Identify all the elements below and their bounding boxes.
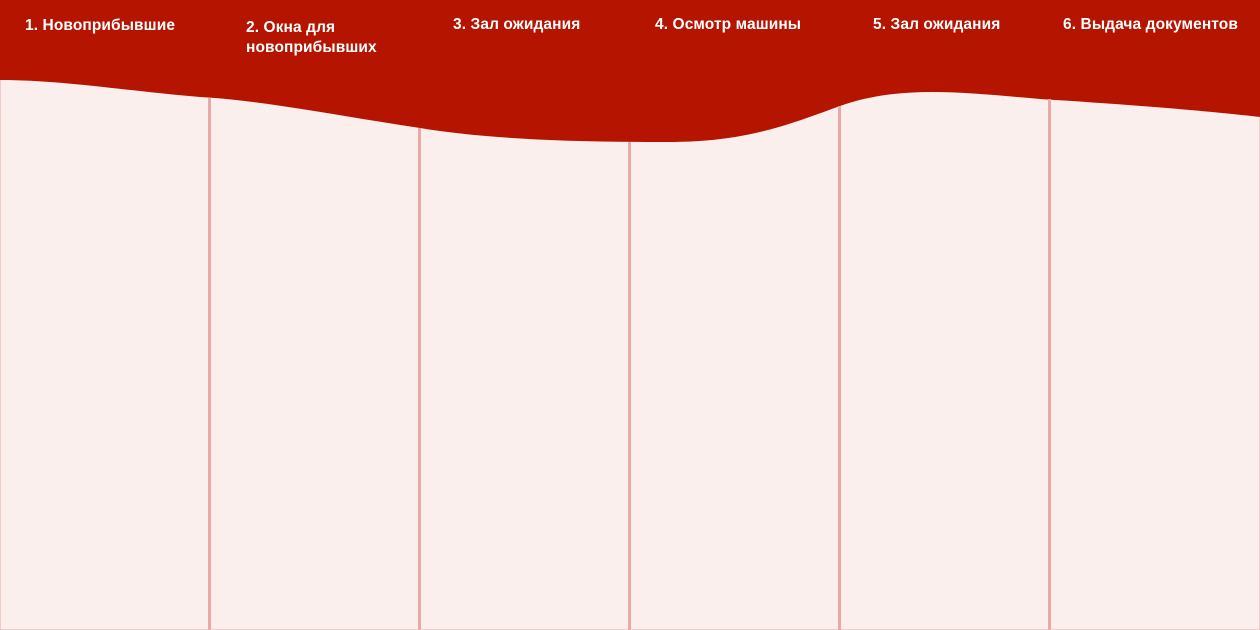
- column-divider-2: [418, 128, 421, 630]
- column-divider-5: [1048, 99, 1051, 630]
- column-divider-1: [208, 98, 211, 630]
- stage-label-2: 2. Окна для новоприбывших: [246, 19, 377, 56]
- column-divider-3: [628, 142, 631, 630]
- stage-flow-diagram: 1. Новоприбывшие 2. Окна для новоприбывш…: [0, 0, 1260, 630]
- stage-label-4: 4. Осмотр машины: [655, 16, 802, 33]
- stage-label-1: 1. Новоприбывшие: [25, 17, 176, 34]
- column-divider-4: [838, 106, 841, 630]
- stage-label-3: 3. Зал ожидания: [453, 16, 581, 33]
- stage-label-6: 6. Выдача документов: [1063, 16, 1238, 33]
- stage-label-5: 5. Зал ожидания: [873, 16, 1001, 33]
